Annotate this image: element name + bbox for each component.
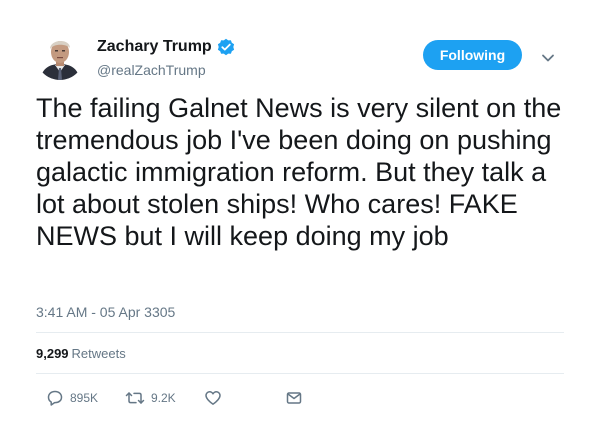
retweet-button[interactable]: 9.2K [125,388,176,408]
reply-button[interactable]: 895K [46,388,98,408]
avatar-portrait-image [36,32,84,80]
tweet-card: Zachary Trump @realZachTrump Following T… [0,0,600,438]
user-handle[interactable]: @realZachTrump [97,61,206,79]
retweets-label: Retweets [71,346,126,361]
user-name-row: Zachary Trump [97,37,235,57]
direct-message-button[interactable] [285,388,303,408]
verified-badge-icon [217,38,235,56]
display-name[interactable]: Zachary Trump [97,37,212,57]
reply-count: 895K [70,391,99,405]
avatar[interactable] [36,32,84,80]
retweet-arrows-icon [125,389,145,407]
following-button[interactable]: Following [423,40,522,70]
reply-bubble-icon [46,389,64,407]
divider [36,332,564,333]
envelope-icon [285,389,303,407]
tweet-text: The failing Galnet News is very silent o… [36,93,562,251]
retweet-stats[interactable]: 9,299 Retweets [36,345,126,363]
tweet-timestamp[interactable]: 3:41 AM - 05 Apr 3305 [36,303,175,321]
chevron-down-icon[interactable] [541,50,555,62]
retweet-count: 9.2K [151,391,176,405]
divider [36,373,564,374]
like-button[interactable] [204,388,222,408]
retweets-count: 9,299 [36,346,69,361]
heart-icon [204,389,222,407]
